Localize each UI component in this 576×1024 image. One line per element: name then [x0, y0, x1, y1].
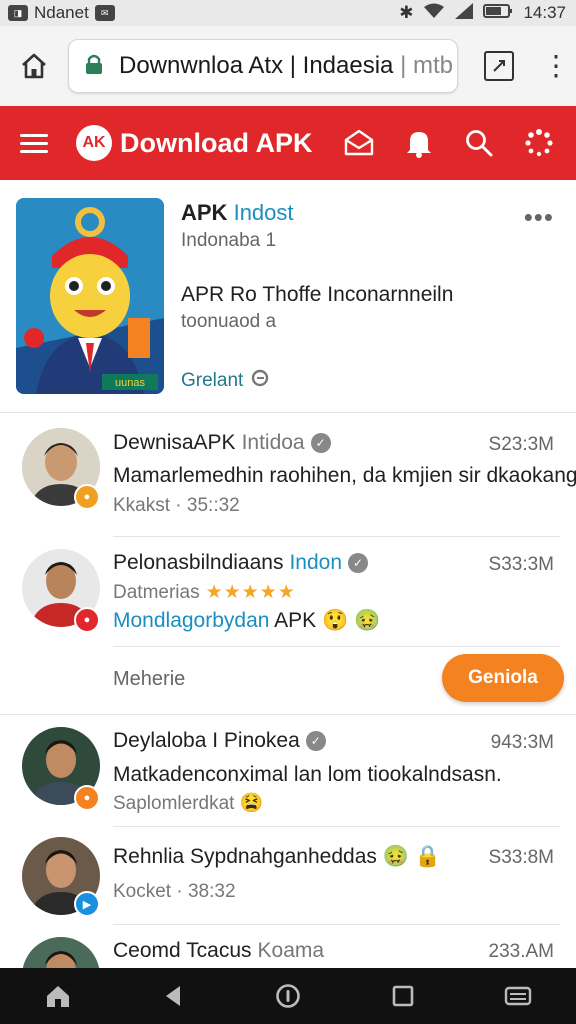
comment-author-extra: Indon — [289, 551, 343, 574]
url-text: Downwnloa Atx | Indaesia | mtb — [119, 52, 453, 79]
comment-author[interactable]: Pelonasbilndiaans Indon ✓ — [113, 551, 369, 575]
rating-label: Datmerias — [113, 581, 200, 603]
mail-icon[interactable] — [342, 126, 376, 160]
star-rating-icon: ★★★★★ — [205, 582, 296, 603]
comment-author-name: Deylaloba I Pinokea — [113, 729, 300, 752]
more-link[interactable]: Meherie — [113, 668, 185, 691]
comment-text-tail: APK 😲 🤢 — [274, 609, 381, 632]
divider — [113, 826, 560, 827]
browser-toolbar: Downwnloa Atx | Indaesia | mtb ⋮ — [0, 26, 576, 106]
verified-icon: ✓ — [310, 433, 331, 453]
verified-icon: ✓ — [348, 553, 369, 573]
comment-author-name: Pelonasbilndiaans — [113, 551, 284, 574]
carrier-name: Ndanet — [34, 3, 89, 22]
comment-author[interactable]: DewnisaAPK Intidoa ✓ — [113, 431, 331, 455]
clock: 14:37 — [523, 3, 566, 22]
comment-author[interactable]: Rehnlia Sypdnahganheddas 🤢 🔒 — [113, 845, 441, 869]
comment-text: Mondlagorbydan APK 😲 🤢 — [113, 609, 380, 633]
app-link[interactable]: Grelant — [181, 369, 269, 393]
site-brand[interactable]: Download APK — [120, 128, 313, 159]
comment-link[interactable]: Mondlagorbydan — [113, 609, 269, 632]
url-tail: mtb — [412, 52, 453, 79]
comment-time: S33:8M — [488, 847, 554, 868]
download-button[interactable]: Geniola — [442, 654, 564, 702]
app-thumbnail-label: uunas — [115, 377, 145, 389]
search-icon[interactable] — [462, 126, 496, 160]
verified-icon: ✓ — [305, 731, 326, 751]
comment-time: S23:3M — [488, 434, 554, 455]
bell-icon[interactable] — [402, 126, 436, 160]
loading-icon[interactable] — [522, 126, 556, 160]
app-subtitle: Indonaba 1 — [181, 230, 277, 251]
app-title-main: APK — [181, 200, 228, 225]
comment-meta: Kocket · 38:32 — [113, 881, 236, 902]
bluetooth-icon: ✱ — [399, 3, 414, 22]
kebab-menu-icon[interactable]: ⋮ — [542, 52, 570, 80]
comment-time: 233.AM — [488, 941, 554, 962]
hamburger-icon[interactable] — [20, 129, 48, 158]
comment-text: Mamarlemedhin raohihen, da kmjien sir dk… — [113, 464, 576, 487]
address-bar[interactable]: Downwnloa Atx | Indaesia | mtb — [68, 39, 458, 93]
app-link-label: Grelant — [181, 370, 244, 391]
recents-icon[interactable] — [383, 976, 423, 1016]
app-title-highlight: Indost — [233, 200, 294, 225]
comment-author-name: DewnisaAPK — [113, 431, 236, 454]
signal-icon — [455, 2, 474, 24]
comment-author-name: Ceomd Tcacus — [113, 939, 252, 962]
comment-meta: Saplomlerdkat 😫 — [113, 793, 264, 814]
status-badge: ▶ — [74, 891, 100, 917]
action-row: Meherie Geniola — [0, 648, 576, 714]
assistant-icon[interactable] — [268, 976, 308, 1016]
comment-meta: Kkakst · 35::32 — [113, 495, 240, 516]
divider — [113, 924, 560, 925]
comment-text: Matkadenconximal lan lom tiookalndsasn. — [113, 763, 502, 786]
app-header: AK Download APK — [0, 106, 576, 180]
site-logo[interactable]: AK — [76, 125, 112, 161]
app-notification-icon: ◨ — [8, 5, 28, 21]
comment-author[interactable]: Ceomd Tcacus Koama — [113, 939, 324, 963]
tab-switcher-icon[interactable] — [484, 51, 514, 81]
back-icon[interactable] — [153, 976, 193, 1016]
comment-time: 943:3M — [490, 732, 554, 753]
url-main: Downwnloa Atx | Indaesia — [119, 52, 394, 79]
status-bar: ◨ Ndanet ✉ ✱ 14:37 — [0, 0, 576, 26]
app-card[interactable]: uunas APK Indost ••• Indonaba 1 APR Ro T… — [0, 180, 576, 413]
app-description: APR Ro Thoffe Inconarnneiln — [181, 283, 454, 306]
divider — [113, 646, 560, 647]
comment-author-extra: Intidoa — [241, 431, 305, 454]
share-icon — [251, 369, 269, 393]
comment-rating: Datmerias ★★★★★ — [113, 581, 296, 604]
home-nav-icon[interactable] — [38, 976, 78, 1016]
home-icon[interactable] — [0, 51, 68, 81]
comment-author-extra: Koama — [257, 939, 325, 962]
wifi-icon — [423, 3, 445, 24]
divider — [113, 536, 560, 537]
divider — [0, 714, 576, 715]
status-badge: ● — [74, 607, 100, 633]
lock-icon — [85, 53, 103, 80]
message-notification-icon: ✉ — [94, 5, 115, 21]
comment-author[interactable]: Deylaloba I Pinokea ✓ — [113, 729, 326, 753]
status-badge: ● — [74, 785, 100, 811]
app-title[interactable]: APK Indost — [181, 200, 294, 226]
comment-time: S33:3M — [488, 554, 554, 575]
battery-icon — [483, 3, 513, 24]
keyboard-switch-icon[interactable] — [498, 976, 538, 1016]
more-options-icon[interactable]: ••• — [524, 202, 554, 233]
status-badge: ● — [74, 484, 100, 510]
app-thumbnail[interactable]: uunas — [16, 198, 164, 394]
app-description-secondary: toonuaod a — [181, 311, 277, 332]
system-navigation-bar — [0, 968, 576, 1024]
